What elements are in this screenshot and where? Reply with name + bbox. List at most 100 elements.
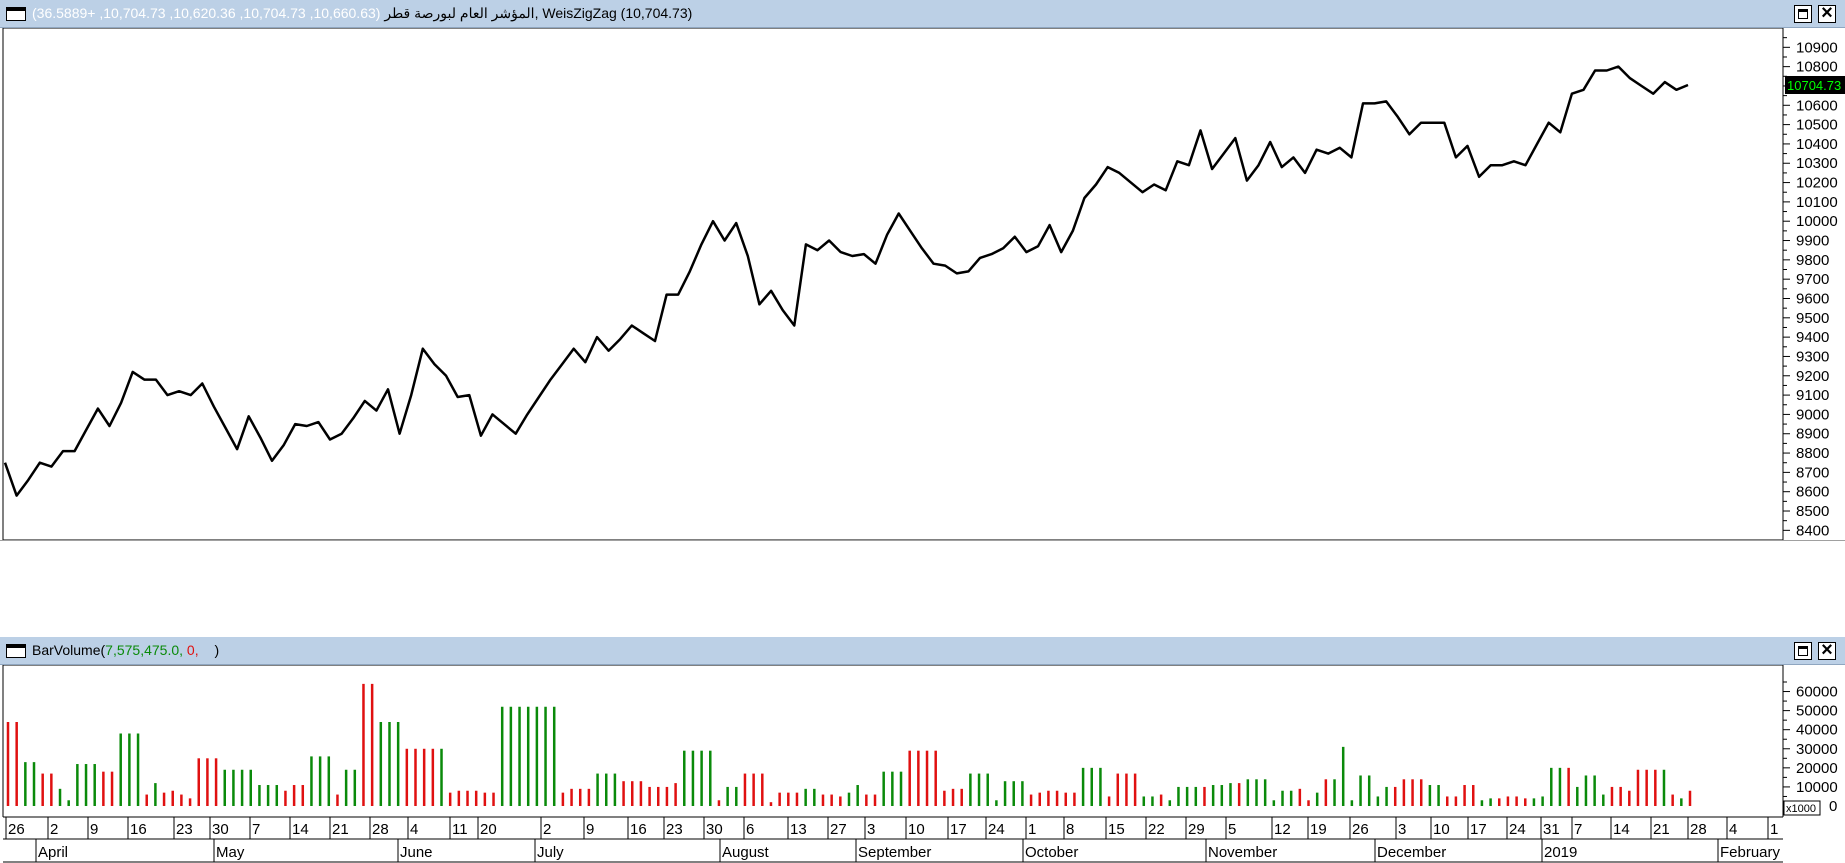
x-day-label: 10 [908, 821, 925, 838]
y-tick-label: 8600 [1796, 484, 1829, 501]
volume-value-green: 7,575,475.0, [105, 642, 184, 658]
y-tick-label: 9800 [1796, 252, 1829, 269]
x-day-label: 17 [950, 821, 967, 838]
price-chart[interactable]: 8400 8500 8600 8700 8800 8900 9000 9100 9200 9300… [0, 28, 1845, 540]
x-day-label: 8 [1066, 821, 1074, 838]
x-month-label: December [1377, 844, 1446, 861]
y-tick-label: 8500 [1796, 503, 1829, 520]
y-tick-label: 40000 [1796, 722, 1838, 739]
x-day-label: 14 [1613, 821, 1630, 838]
x-day-label: 28 [372, 821, 389, 838]
x-day-label: 7 [252, 821, 260, 838]
x-day-label: 20 [480, 821, 497, 838]
ohlc-values: (10,660.63, 10,704.73, 10,620.36, 10,704… [32, 5, 381, 21]
x-day-label: 27 [830, 821, 847, 838]
x-day-label: 9 [586, 821, 594, 838]
y-tick-label: 10100 [1796, 194, 1838, 211]
x-day-label: 29 [1188, 821, 1205, 838]
y-tick-label: 8900 [1796, 426, 1829, 443]
y-tick-label: 10000 [1796, 213, 1838, 230]
x-day-label: 5 [1228, 821, 1236, 838]
volume-panel-title: BarVolume(7,575,475.0, 0, ) [32, 642, 219, 658]
x-day-label: 1 [1028, 821, 1036, 838]
price-panel: المؤشر العام لبورصة قطر (10,660.63, 10,7… [0, 0, 1845, 541]
close-icon[interactable]: × [1818, 3, 1836, 23]
x-day-label: 30 [706, 821, 723, 838]
volume-chart[interactable]: 0 10000 20000 30000 40000 50000 60000 x1000 [0, 665, 1845, 817]
y-tick-label: 50000 [1796, 703, 1838, 720]
y-tick-label: 9700 [1796, 271, 1829, 288]
x-day-label: 2 [50, 821, 58, 838]
x-day-label: 26 [1352, 821, 1369, 838]
x-day-label: 10 [1433, 821, 1450, 838]
instrument-name: المؤشر العام لبورصة قطر [384, 5, 535, 21]
y-tick-label: 8800 [1796, 445, 1829, 462]
x-month-label: April [38, 844, 68, 861]
x-day-label: 30 [212, 821, 229, 838]
y-tick-label: 10800 [1796, 59, 1838, 76]
close-icon[interactable]: × [1818, 640, 1836, 660]
volume-scale-label: x1000 [1786, 803, 1816, 815]
x-day-label: 17 [1470, 821, 1487, 838]
y-tick-label: 60000 [1796, 684, 1838, 701]
window-icon [6, 644, 26, 658]
chart-window: المؤشر العام لبورصة قطر (10,660.63, 10,7… [0, 0, 1845, 863]
x-day-label: 26 [8, 821, 25, 838]
y-tick-label: 9000 [1796, 406, 1829, 423]
price-panel-titlebar[interactable]: المؤشر العام لبورصة قطر (10,660.63, 10,7… [0, 0, 1845, 28]
y-tick-label: 30000 [1796, 741, 1838, 758]
x-day-label: 3 [867, 821, 875, 838]
x-day-label: 1 [1770, 821, 1778, 838]
x-day-label: 16 [130, 821, 147, 838]
x-month-label: June [400, 844, 433, 861]
y-tick-label: 9400 [1796, 329, 1829, 346]
x-day-label: 12 [1274, 821, 1291, 838]
maximize-icon[interactable] [1794, 642, 1812, 660]
y-tick-label: 9600 [1796, 290, 1829, 307]
x-month-label: November [1208, 844, 1277, 861]
x-day-label: 31 [1543, 821, 1560, 838]
y-tick-label: 9500 [1796, 310, 1829, 327]
x-day-label: 11 [452, 821, 468, 838]
y-tick-label: 10300 [1796, 155, 1838, 172]
x-day-label: 21 [1653, 821, 1670, 838]
volume-value-red: 0, [186, 642, 199, 658]
x-day-label: 13 [790, 821, 807, 838]
volume-close-paren: ) [214, 642, 220, 658]
x-day-label: 28 [1690, 821, 1707, 838]
last-price-label: 10704.73 [1787, 78, 1841, 93]
volume-indicator-name: BarVolume [32, 642, 101, 658]
y-tick-label: 8400 [1796, 522, 1829, 539]
y-tick-label: 10900 [1796, 39, 1838, 56]
y-tick-label: 9900 [1796, 233, 1829, 250]
y-tick-label: 9300 [1796, 348, 1829, 365]
y-tick-label: 10600 [1796, 97, 1838, 114]
x-day-label: 2 [543, 821, 551, 838]
y-tick-label: 8700 [1796, 464, 1829, 481]
x-day-label: 9 [90, 821, 98, 838]
x-day-label: 23 [666, 821, 683, 838]
title-separator: , [534, 5, 539, 21]
x-day-label: 24 [1509, 821, 1526, 838]
y-tick-label: 0 [1829, 798, 1837, 815]
x-day-label: 6 [746, 821, 754, 838]
x-day-label: 16 [630, 821, 647, 838]
volume-panel-titlebar[interactable]: BarVolume(7,575,475.0, 0, ) × [0, 637, 1845, 665]
y-tick-label: 10200 [1796, 175, 1838, 192]
y-tick-label: 10400 [1796, 136, 1838, 153]
indicator-label: WeisZigZag (10,704.73) [542, 5, 693, 21]
x-day-label: 23 [176, 821, 193, 838]
y-tick-label: 9200 [1796, 368, 1829, 385]
x-day-label: 14 [292, 821, 309, 838]
window-icon [6, 7, 26, 21]
x-month-label: August [722, 844, 770, 861]
x-month-label: September [858, 844, 931, 861]
maximize-icon[interactable] [1794, 5, 1812, 23]
x-day-label: 21 [332, 821, 349, 838]
x-month-label: October [1025, 844, 1078, 861]
x-month-label: February [1720, 844, 1781, 861]
x-day-label: 24 [988, 821, 1005, 838]
time-axis[interactable]: 26 2 9 16 23 30 7 14 21 28 4 11 20 2 9 16 23 30 6 13 27 3 10 17… [0, 817, 1845, 863]
price-panel-title: المؤشر العام لبورصة قطر (10,660.63, 10,7… [32, 5, 692, 22]
y-tick-label: 10000 [1796, 779, 1838, 796]
